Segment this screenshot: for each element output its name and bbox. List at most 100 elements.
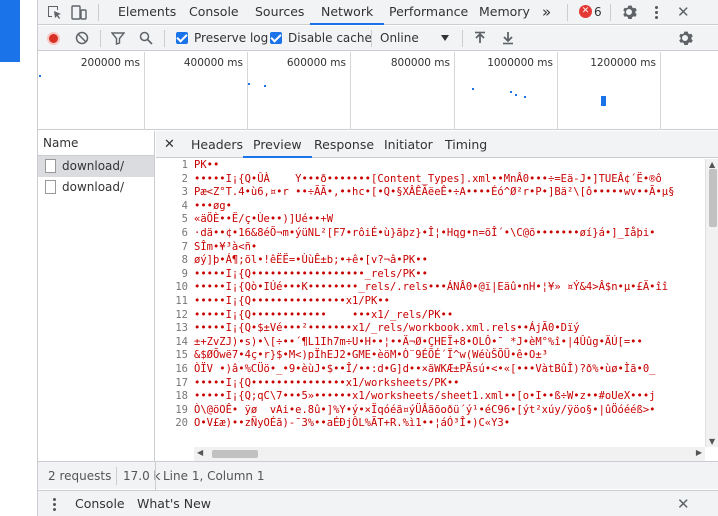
divider [462,30,463,47]
divider [100,30,101,47]
line-text: •••øg• [194,199,232,212]
close-icon[interactable]: ✕ [164,131,175,158]
chevron-down-icon [441,35,449,41]
tab-timing[interactable]: Timing [445,131,487,158]
line-number: 20 [175,417,188,430]
request-name: download/ [62,180,125,194]
tab-elements[interactable]: Elements [118,0,176,25]
network-settings-icon[interactable] [675,29,695,47]
tab-preview[interactable]: Preview [243,131,312,158]
preserve-log-label[interactable]: Preserve log [194,26,268,51]
disable-cache-label[interactable]: Disable cache [288,26,372,51]
tab-console[interactable]: Console [189,0,239,25]
code-line: 20 O•V£æ)••zÑyOÉã)-¯3%••aÉÐjÔL%ÃT+R.%ì1••… [156,417,705,431]
request-row[interactable]: download/ [38,177,154,198]
line-number: 4 [181,199,188,212]
line-text: øý]þ•Á¶;õl•!êËË=•ÙùÊ±b;•+ê•[v?¬â•PK•• [194,254,428,267]
timeline-tick-label: 200000 ms [80,57,140,69]
code-line: 4 •••øg• [156,200,705,214]
response-preview-text[interactable]: 1 PK•• 2 •••••I¡{Q•ÛÀ Y•••ð•••••••[Content_… [156,159,705,447]
line-number: 8 [181,254,188,267]
network-toolbar: Preserve log Disable cache Online [38,26,718,51]
code-line: 19 Ò\@öOÊ• ÿø vAi•e.8û•]%Y•ý•×Ïqóéã¤ýÜÂãõ… [156,404,705,418]
divider [116,467,117,485]
timeline-tick-label: 1200000 ms [590,57,656,69]
scroll-right-icon[interactable]: ▶ [696,448,702,457]
drawer-tab-whats-new[interactable]: What's New [137,491,211,516]
code-line: 5 «äÖÈ••Ë/ç•Ùe••)]Ué••+W [156,213,705,227]
line-number: 7 [181,240,188,253]
preserve-log-checkbox[interactable] [176,32,188,44]
error-count[interactable]: 6 [594,0,602,25]
device-toolbar-icon[interactable] [69,3,89,21]
tab-sources[interactable]: Sources [255,0,304,25]
kebab-menu-icon[interactable] [651,4,663,21]
line-text: Pæ<Z°T.4•ù6,¤•r ••÷ÃÃ•,••hc•[•Q•§XÂÊÃëeÊ… [194,186,675,199]
record-icon[interactable] [47,32,60,45]
horizontal-scrollbar[interactable]: ◀ ▶ [194,447,705,461]
tab-performance[interactable]: Performance [389,0,468,25]
gear-icon[interactable] [619,3,639,21]
page-background [0,62,20,516]
line-number: 13 [175,322,188,335]
request-count: 2 requests [48,469,112,483]
timeline-request-mark [264,85,266,87]
line-text: ±+ZvZJ)•s)•\[÷••´¶L1Ih7m÷U•H••¦••Ä¬Ø•ÇHE… [194,335,643,348]
code-line: 12 •••••I¡{Q•••••••••••• •••x1/_rels/PK•• [156,309,705,323]
line-text: •••••I¡{Q••••••••••••••••••_rels/PK•• [194,267,428,280]
scroll-down-icon[interactable]: ▼ [709,437,715,446]
line-number: 9 [181,267,188,280]
import-icon[interactable] [470,29,490,47]
page-accent-strip [0,0,20,62]
column-header-name[interactable]: Name [38,131,154,156]
vertical-scrollbar[interactable]: ▲ ▼ [705,159,718,447]
tab-initiator[interactable]: Initiator [384,131,433,158]
tab-network[interactable]: Network [310,0,385,25]
throttle-value: Online [380,31,419,45]
export-icon[interactable] [498,29,518,47]
line-text: &$ØÕwë7•4ç•r}$•M<)pÏhEJ2•GME•èöM•Ò¨9ÉÕÉ´… [194,349,549,362]
code-line: 1 PK•• [156,159,705,173]
error-icon[interactable]: ✕ [579,5,592,18]
drawer-menu-icon[interactable] [51,496,59,512]
line-number: 1 [181,159,188,171]
line-number: 16 [175,362,188,375]
tab-memory[interactable]: Memory [479,0,530,25]
line-number: 12 [175,308,188,321]
timeline-request-mark [248,83,250,85]
more-tabs-icon[interactable]: » [542,0,551,25]
tab-response[interactable]: Response [314,131,374,158]
close-icon[interactable]: ✕ [677,0,690,25]
line-text: ÒÏV •)â•%CÜö•_•9•èùJ•$••Î/••:d•G]d••×ãWK… [194,362,656,375]
scrollbar-thumb[interactable] [212,450,258,458]
search-icon[interactable] [136,29,156,47]
line-text: O•V£æ)••zÑyOÉã)-¯3%••aÉÐjÔL%ÃT+R.%ì1••¦á… [194,417,511,430]
line-text: •••••I¡{Q•••••••••••••••x1/PK•• [194,294,390,307]
filter-icon[interactable] [108,29,128,47]
tab-headers[interactable]: Headers [191,131,243,158]
network-overview-timeline[interactable]: 200000 ms 400000 ms 600000 ms 800000 ms … [38,52,718,130]
line-number: 15 [175,349,188,362]
request-row[interactable]: download/ [38,156,154,177]
scroll-left-icon[interactable]: ◀ [197,448,203,457]
request-list: Name download/ download/ [38,131,155,461]
divider [371,30,372,47]
scroll-up-icon[interactable]: ▲ [709,160,715,169]
code-line: 17 •••••I¡{Q•••••••••••••••x1/worksheets/… [156,377,705,391]
divider [155,462,156,490]
inspect-element-icon[interactable] [44,3,64,21]
disable-cache-checkbox[interactable] [270,32,282,44]
cursor-position: Line 1, Column 1 [163,469,265,483]
clear-icon[interactable] [72,29,92,47]
drawer-tab-console[interactable]: Console [75,491,125,516]
line-text: •••••I¡{Q•••••••••••• •••x1/_rels/PK•• [194,308,454,321]
line-number: 3 [181,186,188,199]
scrollbar-thumb[interactable] [709,169,717,227]
line-number: 11 [175,294,188,307]
timeline-request-mark [524,96,526,98]
close-icon[interactable]: ✕ [677,491,690,516]
timeline-tick-label: 600000 ms [286,57,346,69]
document-icon [45,159,56,173]
throttle-select[interactable]: Online [379,26,451,51]
line-text: SÎm•¥³à<ñ• [194,240,258,253]
